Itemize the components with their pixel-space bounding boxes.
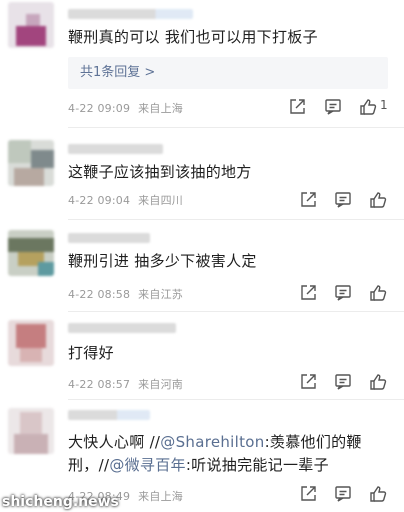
comment-text: 鞭刑引进 抽多少下被害人定	[68, 252, 257, 270]
timestamp: 4-22 08:57	[68, 378, 131, 391]
watermark: shicheng.news	[2, 494, 119, 510]
avatar[interactable]	[8, 140, 54, 186]
like-count: 1	[380, 98, 388, 112]
share-icon[interactable]	[298, 190, 318, 210]
mention-link[interactable]: @微寻百年	[109, 456, 186, 474]
location: 来自上海	[138, 102, 183, 115]
comment-text: 打得好	[68, 344, 114, 362]
comment-meta: 4-22 09:09 来自上海	[68, 100, 183, 116]
comment-text: 大快人心啊 //@Sharehilton:羡慕他们的鞭刑，//@微寻百年:听说抽…	[68, 431, 392, 477]
location: 来自上海	[138, 490, 183, 503]
share-icon[interactable]	[298, 484, 318, 504]
comment-text-part: :听说抽完能记一辈子	[185, 456, 329, 474]
thumbs-up-icon[interactable]	[368, 372, 388, 392]
comment-item: 这鞭子应该抽到该抽的地方 4-22 09:04 来自四川	[0, 128, 404, 220]
avatar[interactable]	[8, 2, 54, 48]
comment-icon[interactable]	[333, 283, 353, 303]
avatar[interactable]	[8, 408, 54, 454]
comment-icon[interactable]	[333, 484, 353, 504]
location: 来自江苏	[138, 288, 183, 301]
thumbs-up-icon[interactable]	[358, 97, 378, 117]
comment-text: 这鞭子应该抽到该抽的地方	[68, 163, 252, 181]
location: 来自河南	[138, 378, 183, 391]
username[interactable]	[68, 323, 176, 333]
comment-item: 打得好 4-22 08:57 来自河南	[0, 312, 404, 400]
thumbs-up-icon[interactable]	[368, 190, 388, 210]
reply-thread-link[interactable]: 共1条回复 >	[68, 57, 388, 89]
comment-icon[interactable]	[333, 190, 353, 210]
thumbs-up-icon[interactable]	[368, 484, 388, 504]
comment-text-part: 大快人心啊 //	[68, 433, 161, 451]
share-icon[interactable]	[298, 372, 318, 392]
thumbs-up-icon[interactable]	[368, 283, 388, 303]
comment-meta: 4-22 09:04 来自四川	[68, 192, 183, 208]
username[interactable]	[68, 233, 150, 243]
location: 来自四川	[138, 194, 183, 207]
comment-meta: 4-22 08:57 来自河南	[68, 376, 183, 392]
avatar[interactable]	[8, 230, 54, 276]
username[interactable]	[68, 144, 163, 154]
comment-icon[interactable]	[333, 372, 353, 392]
share-icon[interactable]	[298, 283, 318, 303]
comment-item: 鞭刑引进 抽多少下被害人定 4-22 08:58 来自江苏	[0, 220, 404, 312]
avatar[interactable]	[8, 320, 54, 366]
timestamp: 4-22 09:04	[68, 194, 131, 207]
username[interactable]	[68, 9, 193, 19]
comment-icon[interactable]	[323, 97, 343, 117]
share-icon[interactable]	[287, 97, 307, 117]
mention-link[interactable]: @Sharehilton	[160, 433, 264, 451]
comment-item: 鞭刑真的可以 我们也可以用下打板子 共1条回复 > 4-22 09:09 来自上海…	[0, 0, 404, 128]
timestamp: 4-22 08:58	[68, 288, 131, 301]
comment-meta: 4-22 08:58 来自江苏	[68, 286, 183, 302]
comment-text: 鞭刑真的可以 我们也可以用下打板子	[68, 28, 318, 46]
timestamp: 4-22 09:09	[68, 102, 131, 115]
username[interactable]	[68, 410, 150, 420]
